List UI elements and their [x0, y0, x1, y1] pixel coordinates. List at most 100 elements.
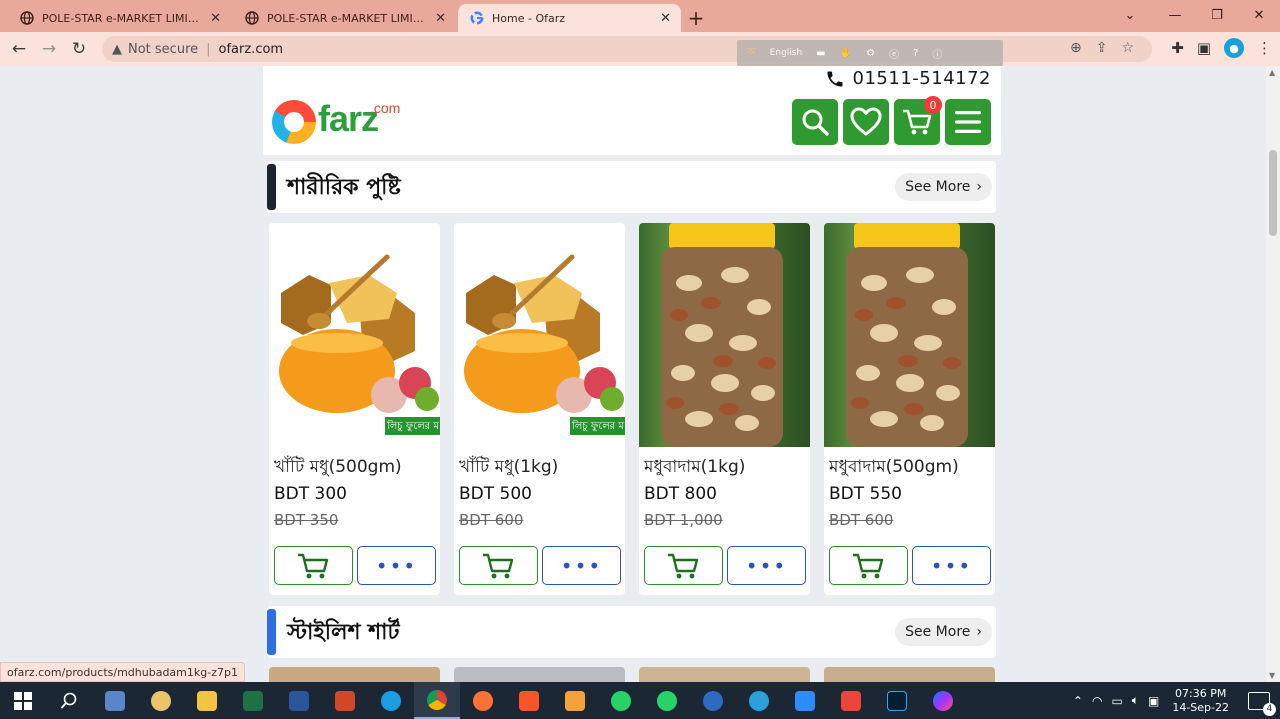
taskbar-app-edge[interactable] [368, 682, 414, 719]
close-icon[interactable]: ✕ [210, 11, 221, 26]
search-taskbar-button[interactable] [46, 682, 92, 719]
close-icon[interactable]: ✕ [435, 11, 446, 26]
product-card-partial[interactable] [824, 667, 995, 682]
menu-button[interactable] [945, 99, 991, 145]
product-card-partial[interactable] [454, 667, 625, 682]
start-button[interactable] [0, 682, 46, 719]
more-options-button[interactable]: ••• [727, 546, 806, 585]
tab-pole-star-2[interactable]: POLE-STAR e-MARKET LIMITED - ✕ [233, 4, 456, 32]
see-more-button[interactable]: See More › [895, 618, 992, 646]
profile-avatar[interactable]: ● [1224, 38, 1244, 58]
tab-pole-star-1[interactable]: POLE-STAR e-MARKET LIMITED - ✕ [8, 4, 231, 32]
taskbar-app-file[interactable] [92, 682, 138, 719]
product-price: BDT 500 [459, 484, 532, 504]
meet-now-icon[interactable]: ▣ [1148, 694, 1159, 708]
product-card[interactable]: মধুবাদাম(500gm) BDT 550 BDT 600 ••• [824, 223, 995, 595]
settings-gear-icon[interactable]: ⚙ [866, 48, 875, 59]
clock[interactable]: 07:36 PM 14-Sep-22 [1172, 687, 1229, 715]
add-to-cart-button[interactable] [829, 546, 908, 585]
taskbar-app-word[interactable] [276, 682, 322, 719]
taskbar-app-shortcut[interactable] [552, 682, 598, 719]
product-old-price: BDT 1,000 [644, 511, 723, 529]
taskbar-app-explorer[interactable] [184, 682, 230, 719]
cart-button[interactable]: 0 [894, 96, 942, 145]
info-icon[interactable]: ⓘ [932, 46, 942, 61]
product-card[interactable]: মধুবাদাম(1kg) BDT 800 BDT 1,000 ••• [639, 223, 810, 595]
product-card-partial[interactable] [639, 667, 810, 682]
phone-contact[interactable]: 01511-514172 [825, 68, 991, 89]
battery-icon[interactable]: ▭ [1111, 694, 1122, 708]
add-to-cart-button[interactable] [644, 546, 723, 585]
page-scrollbar[interactable]: ▲ ▼ [1266, 66, 1280, 682]
taskbar-app-chrome[interactable] [414, 682, 460, 719]
taskbar-app-telegram[interactable] [736, 682, 782, 719]
back-button[interactable]: ← [4, 34, 34, 64]
taskbar-app-anydesk[interactable] [828, 682, 874, 719]
cart-icon [852, 553, 883, 578]
add-to-cart-button[interactable] [274, 546, 353, 585]
product-image-nuts-jar[interactable] [824, 223, 995, 447]
restore-button[interactable]: ❐ [1196, 0, 1238, 30]
zoom-icon[interactable]: ⊕ [1070, 40, 1082, 56]
excel-icon [243, 690, 263, 711]
tab-search-chevron-icon[interactable]: ⌄ [1115, 0, 1145, 30]
language-label[interactable]: English [770, 48, 803, 58]
taskbar-app-imo[interactable] [690, 682, 736, 719]
taskbar-app-zoom[interactable] [782, 682, 828, 719]
taskbar-app-paint[interactable] [138, 682, 184, 719]
taskbar-app-messenger[interactable] [920, 682, 966, 719]
product-image-nuts-jar[interactable] [639, 223, 810, 447]
product-image-honey[interactable]: লিচু ফুলের ম [269, 223, 440, 447]
wishlist-button[interactable] [843, 99, 889, 145]
bengali-script-icon[interactable]: অ [747, 45, 756, 62]
chevron-up-icon[interactable]: ⌃ [1073, 694, 1083, 708]
reload-button[interactable]: ↻ [64, 34, 94, 64]
new-tab-button[interactable]: + [681, 4, 711, 32]
more-options-button[interactable]: ••• [357, 546, 436, 585]
add-to-cart-button[interactable] [459, 546, 538, 585]
site-logo[interactable]: farz .com [272, 98, 412, 148]
product-image-honey[interactable]: লিচু ফুলের ম [454, 223, 625, 447]
wifi-icon[interactable]: ◠ [1092, 694, 1102, 708]
taskbar-app-photoshop[interactable] [874, 682, 920, 719]
taskbar-app-whatsapp[interactable] [598, 682, 644, 719]
search-button[interactable] [792, 99, 838, 145]
taskbar-app-brave[interactable] [506, 682, 552, 719]
tab-title: Home - Ofarz [492, 11, 566, 25]
product-card[interactable]: লিচু ফুলের ম খাঁটি মধু(1kg) BDT 500 BDT … [454, 223, 625, 595]
see-more-button[interactable]: See More › [895, 173, 992, 201]
notification-center-icon[interactable]: 4 [1248, 691, 1276, 716]
menu-kebab-icon[interactable]: ⋮ [1257, 39, 1272, 57]
share-icon[interactable]: ⇪ [1096, 40, 1108, 56]
scroll-down-arrow-icon[interactable]: ▼ [1269, 671, 1275, 680]
close-icon[interactable]: ✕ [660, 11, 671, 26]
forward-button[interactable]: → [34, 34, 64, 64]
help-icon[interactable]: ? [913, 48, 918, 59]
side-panel-icon[interactable]: ▣ [1197, 39, 1211, 57]
product-name[interactable]: মধুবাদাম(1kg) [644, 454, 745, 482]
keyboard-icon[interactable]: ▬ [816, 48, 825, 59]
product-card-partial[interactable] [269, 667, 440, 682]
search-icon [802, 109, 829, 136]
browser-e-icon[interactable]: ⓔ [889, 46, 899, 61]
scroll-up-arrow-icon[interactable]: ▲ [1269, 68, 1275, 77]
hand-icon[interactable]: ✋ [840, 48, 852, 59]
product-name[interactable]: মধুবাদাম(500gm) [829, 454, 959, 482]
product-name[interactable]: খাঁটি মধু(1kg) [459, 454, 558, 482]
taskbar-app-whatsapp-2[interactable] [644, 682, 690, 719]
tab-home-ofarz[interactable]: Home - Ofarz ✕ [458, 4, 681, 32]
product-name[interactable]: খাঁটি মধু(500gm) [274, 454, 402, 482]
header-actions: 0 [792, 96, 991, 145]
more-options-button[interactable]: ••• [542, 546, 621, 585]
taskbar-app-excel[interactable] [230, 682, 276, 719]
speaker-icon[interactable]: 🔈︎ [1132, 693, 1139, 708]
close-window-button[interactable]: ✕ [1238, 0, 1280, 30]
taskbar-app-powerpoint[interactable] [322, 682, 368, 719]
bookmark-star-icon[interactable]: ☆ [1121, 40, 1134, 56]
more-options-button[interactable]: ••• [912, 546, 991, 585]
scrollbar-thumb[interactable] [1269, 150, 1277, 236]
product-card[interactable]: লিচু ফুলের ম খাঁটি মধু(500gm) BDT 300 BD… [269, 223, 440, 595]
minimize-button[interactable]: — [1154, 0, 1196, 30]
taskbar-app-firefox[interactable] [460, 682, 506, 719]
extensions-puzzle-icon[interactable]: ✚ [1171, 39, 1184, 57]
